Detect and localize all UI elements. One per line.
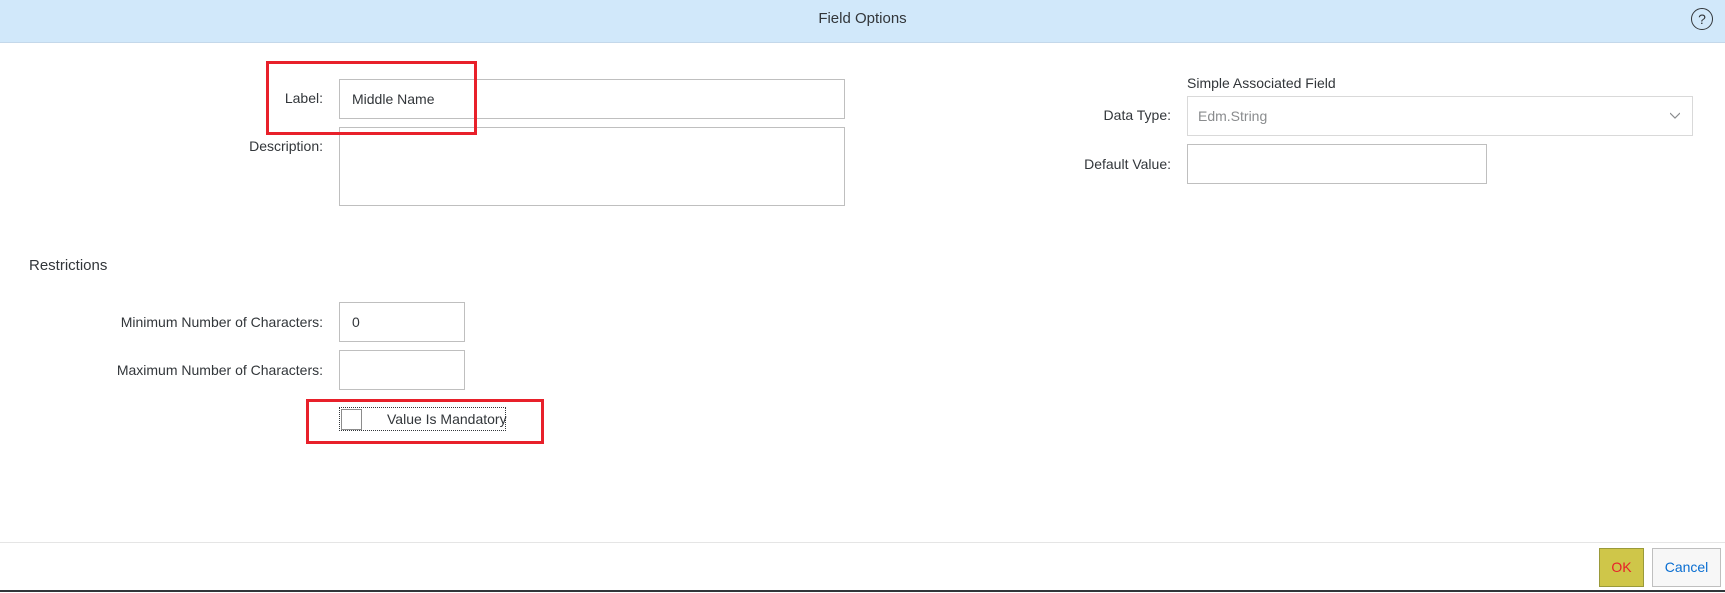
ok-button[interactable]: OK (1599, 548, 1644, 587)
max-chars-label: Maximum Number of Characters: (116, 362, 323, 378)
highlight-box-mandatory (306, 399, 544, 444)
dialog-footer: OK Cancel (0, 542, 1725, 593)
default-value-label: Default Value: (1084, 156, 1171, 172)
data-type-value: Edm.String (1198, 108, 1268, 124)
help-icon[interactable]: ? (1691, 8, 1713, 30)
restrictions-heading: Restrictions (29, 257, 108, 274)
highlight-box-label (266, 61, 477, 135)
description-field-label: Description: (249, 138, 323, 154)
associated-field-heading: Simple Associated Field (1187, 75, 1336, 91)
dialog-title: Field Options (818, 10, 907, 27)
data-type-label: Data Type: (1103, 107, 1171, 123)
cancel-button[interactable]: Cancel (1652, 548, 1721, 587)
max-chars-input[interactable] (339, 350, 465, 390)
chevron-down-icon (1670, 112, 1680, 119)
dialog-header: Field Options ? (0, 0, 1725, 43)
data-type-select[interactable]: Edm.String (1187, 96, 1693, 136)
description-textarea[interactable] (339, 127, 845, 206)
min-chars-input[interactable]: 0 (339, 302, 465, 342)
min-chars-label: Minimum Number of Characters: (120, 314, 323, 330)
default-value-input[interactable] (1187, 144, 1487, 184)
